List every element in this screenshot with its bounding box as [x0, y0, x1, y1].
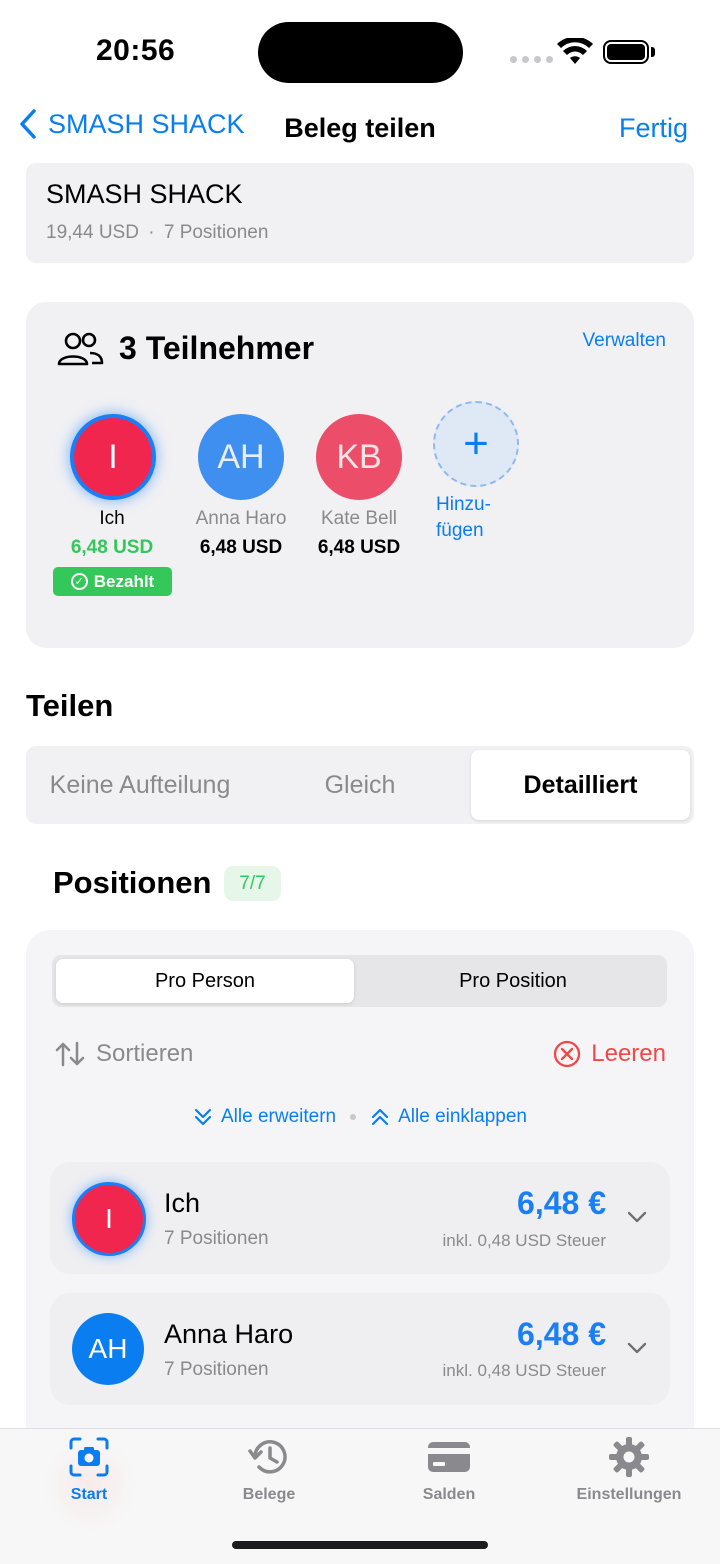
- sort-arrows-icon: [55, 1041, 85, 1067]
- history-icon: [248, 1440, 287, 1474]
- split-option-none[interactable]: Keine Aufteilung: [26, 746, 254, 824]
- dynamic-island: [258, 22, 463, 83]
- paid-badge: ✓ Bezahlt: [53, 567, 172, 596]
- x-circle-icon: [554, 1040, 581, 1068]
- collapse-all-button[interactable]: Alle einklappen: [370, 1106, 527, 1128]
- add-label-line1: Hinzu-: [436, 494, 491, 515]
- done-button[interactable]: Fertig: [619, 113, 688, 144]
- tab-label: Einstellungen: [576, 1486, 682, 1503]
- receipt-separator: ·: [148, 222, 155, 243]
- status-time: 20:56: [96, 34, 176, 67]
- manage-button[interactable]: Verwalten: [583, 330, 666, 352]
- chevron-down-icon: [627, 1342, 647, 1354]
- avatar: I: [72, 1182, 146, 1256]
- page-title: Beleg teilen: [284, 113, 436, 143]
- split-option-detailed[interactable]: Detailliert: [471, 746, 690, 824]
- person-position-count: 7 Positionen: [164, 1359, 269, 1380]
- participant-name: Ich: [99, 508, 125, 529]
- person-position-count: 7 Positionen: [164, 1228, 269, 1249]
- add-label-line2: fügen: [436, 520, 484, 541]
- double-chevron-down-icon: [194, 1108, 212, 1126]
- tab-start[interactable]: Start: [14, 1436, 164, 1504]
- paid-label: Bezahlt: [93, 571, 155, 591]
- positions-heading: Positionen: [53, 865, 212, 900]
- expand-collapse-row: Alle erweitern Alle einklappen: [0, 1106, 720, 1128]
- battery-tip: [651, 47, 655, 57]
- wifi-icon: [557, 38, 593, 64]
- person-name: Ich: [164, 1188, 201, 1218]
- avatar-anna-haro[interactable]: AH: [198, 414, 284, 500]
- participants-title: 3 Teilnehmer: [119, 330, 315, 366]
- card-icon: [428, 1442, 470, 1472]
- avatar: AH: [72, 1313, 144, 1385]
- person-name: Anna Haro: [164, 1319, 294, 1349]
- positions-count-badge: 7/7: [224, 866, 281, 901]
- tab-label: Salden: [422, 1486, 476, 1503]
- expand-all-button[interactable]: Alle erweitern: [193, 1106, 336, 1128]
- participant-amount: 6,48 USD: [317, 537, 401, 558]
- people-icon: [57, 332, 104, 366]
- receipt-merchant: SMASH SHACK: [46, 179, 243, 209]
- collapse-all-label: Alle einklappen: [398, 1106, 527, 1127]
- tab-label: Belege: [242, 1486, 296, 1503]
- participant-amount: 6,48 USD: [70, 537, 154, 558]
- add-participant-label[interactable]: Hinzu- fügen: [436, 492, 491, 544]
- sort-button[interactable]: Sortieren: [54, 1040, 193, 1068]
- home-indicator: [232, 1541, 488, 1549]
- person-tax: inkl. 0,48 USD Steuer: [442, 1231, 606, 1250]
- cellular-signal-icon: [510, 56, 553, 63]
- receipt-meta: 19,44 USD · 7 Positionen: [46, 222, 268, 244]
- tab-einstellungen[interactable]: Einstellungen: [554, 1436, 704, 1504]
- person-tax: inkl. 0,48 USD Steuer: [442, 1361, 606, 1380]
- double-chevron-up-icon: [372, 1108, 389, 1126]
- receipt-total: 19,44 USD: [46, 222, 139, 243]
- expand-all-label: Alle erweitern: [221, 1106, 337, 1127]
- clear-button[interactable]: Leeren: [553, 1040, 666, 1068]
- checkmark-circle-icon: ✓: [70, 573, 88, 590]
- avatar-me[interactable]: I: [70, 414, 156, 500]
- gear-icon: [609, 1437, 649, 1477]
- chevron-down-icon: [627, 1211, 647, 1223]
- split-heading: Teilen: [26, 688, 114, 723]
- avatar-kate-bell[interactable]: KB: [316, 414, 402, 500]
- add-participant-button[interactable]: +: [433, 401, 519, 487]
- person-amount: 6,48 €: [517, 1316, 606, 1352]
- person-amount: 6,48 €: [517, 1185, 606, 1221]
- view-per-position[interactable]: Pro Position: [362, 955, 664, 1007]
- tab-belege[interactable]: Belege: [194, 1436, 344, 1504]
- view-per-person[interactable]: Pro Person: [56, 955, 354, 1007]
- participant-name: Anna Haro: [195, 508, 287, 529]
- split-option-equal[interactable]: Gleich: [250, 746, 470, 824]
- tab-salden[interactable]: Salden: [374, 1436, 524, 1504]
- participant-name: Kate Bell: [320, 508, 398, 529]
- battery-icon: [603, 40, 649, 64]
- receipt-positions: 7 Positionen: [163, 222, 269, 243]
- clear-label: Leeren: [591, 1040, 666, 1067]
- receipt-summary-card: [26, 163, 694, 263]
- separator-dot: [350, 1114, 357, 1120]
- camera-scan-icon: [69, 1437, 109, 1477]
- tab-label: Start: [70, 1486, 108, 1503]
- sort-label: Sortieren: [96, 1040, 194, 1067]
